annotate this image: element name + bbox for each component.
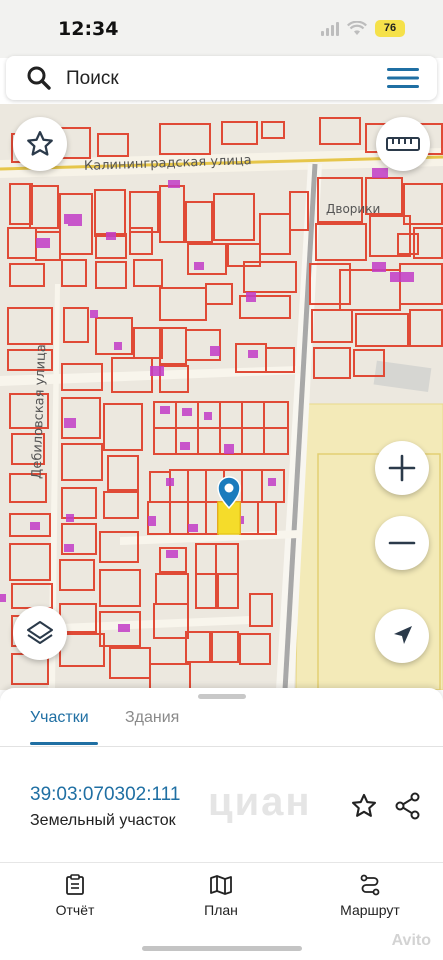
navigation-arrow-icon — [394, 626, 412, 644]
nav-plan-label: План — [204, 902, 238, 918]
map-canvas[interactable] — [0, 104, 443, 690]
route-icon — [360, 874, 380, 896]
share-icon[interactable] — [394, 792, 422, 820]
wifi-icon — [347, 21, 367, 35]
star-outline-icon — [27, 131, 53, 156]
status-icons: 76 — [321, 20, 405, 37]
cian-watermark: циан — [208, 780, 312, 824]
star-icon[interactable] — [350, 792, 378, 820]
favorites-button[interactable] — [13, 117, 67, 171]
status-time: 12:34 — [58, 18, 119, 40]
poi-label: Дворики — [326, 202, 381, 216]
sheet-grabber[interactable] — [198, 694, 246, 699]
nav-route-label: Маршрут — [340, 902, 400, 918]
search-bar[interactable]: Поиск — [6, 56, 437, 100]
divider — [0, 746, 443, 747]
status-bar: 12:34 76 — [0, 0, 443, 58]
hamburger-menu-icon[interactable] — [387, 66, 419, 90]
nav-route[interactable]: Маршрут — [330, 874, 410, 918]
nav-report-label: Отчёт — [55, 902, 95, 918]
layers-button[interactable] — [13, 606, 67, 660]
minus-icon — [388, 541, 416, 545]
zoom-out-button[interactable] — [375, 516, 429, 570]
plus-icon — [388, 454, 416, 482]
nav-plan[interactable]: План — [196, 874, 246, 918]
cadastral-number-link[interactable]: 39:03:070302:111 — [30, 784, 180, 806]
search-input[interactable]: Поиск — [66, 68, 119, 90]
search-icon — [27, 66, 51, 90]
avito-watermark: Avito — [391, 932, 431, 949]
zoom-in-button[interactable] — [375, 441, 429, 495]
active-tab-indicator — [30, 742, 98, 745]
ruler-button[interactable] — [376, 117, 430, 171]
nav-report[interactable]: Отчёт — [48, 874, 102, 918]
layers-icon — [27, 621, 53, 644]
home-indicator[interactable] — [142, 946, 302, 951]
map-plan-icon — [210, 875, 232, 895]
tab-parcels[interactable]: Участки — [30, 709, 89, 727]
tab-buildings[interactable]: Здания — [125, 709, 179, 727]
cadastral-map[interactable]: Калининградская улица Дебиловская улица … — [0, 104, 443, 690]
parcel-info-sheet: Участки Здания циан 39:03:070302:111 Зем… — [0, 688, 443, 960]
divider — [0, 862, 443, 863]
report-icon — [66, 874, 84, 895]
battery-indicator: 76 — [375, 20, 405, 37]
cellular-signal-icon — [321, 21, 339, 36]
my-location-button[interactable] — [375, 609, 429, 663]
ruler-icon — [386, 137, 420, 151]
parcel-type: Земельный участок — [30, 812, 176, 829]
